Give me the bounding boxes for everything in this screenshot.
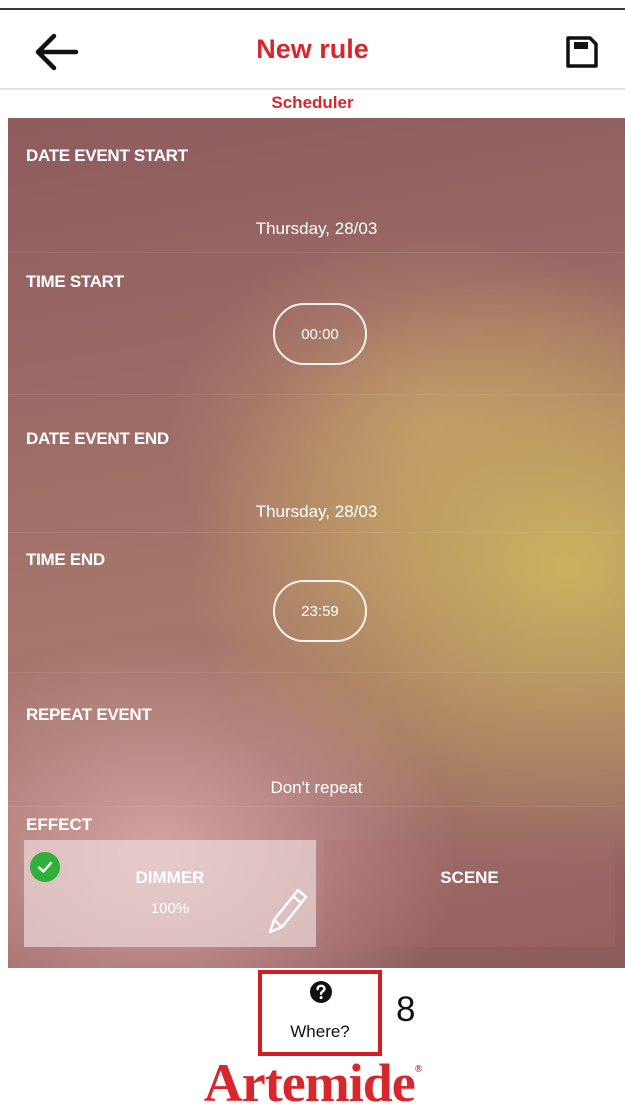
repeat-event-section[interactable]: REPEAT EVENT Don't repeat bbox=[8, 672, 625, 807]
date-end-section[interactable]: DATE EVENT END Thursday, 28/03 bbox=[8, 394, 625, 533]
scene-title: SCENE bbox=[440, 868, 499, 887]
repeat-event-label: REPEAT EVENT bbox=[26, 705, 152, 724]
effect-label: EFFECT bbox=[26, 815, 93, 834]
time-end-value: 23:59 bbox=[301, 602, 339, 620]
header-divider bbox=[0, 88, 625, 90]
date-end-value[interactable]: Thursday, 28/03 bbox=[8, 502, 625, 522]
app-header: New rule bbox=[0, 10, 625, 88]
date-start-section[interactable]: DATE EVENT START Thursday, 28/03 bbox=[8, 118, 625, 253]
brand-logo: Artemide® bbox=[0, 1052, 625, 1114]
time-end-section: TIME END 23:59 bbox=[8, 532, 625, 673]
question-circle-icon bbox=[310, 981, 332, 1003]
step-number-annotation: 8 bbox=[396, 990, 416, 1029]
floppy-disk-icon bbox=[566, 36, 598, 68]
date-start-value[interactable]: Thursday, 28/03 bbox=[8, 219, 625, 239]
date-start-label: DATE EVENT START bbox=[26, 146, 188, 165]
dimmer-option[interactable]: DIMMER 100% bbox=[24, 840, 316, 947]
date-end-label: DATE EVENT END bbox=[26, 429, 169, 448]
save-button[interactable] bbox=[562, 32, 602, 72]
time-start-picker[interactable]: 00:00 bbox=[273, 303, 367, 365]
brand-name: Artemide bbox=[203, 1053, 416, 1113]
time-start-section: TIME START 00:00 bbox=[8, 252, 625, 395]
rule-form-panel: DATE EVENT START Thursday, 28/03 TIME ST… bbox=[8, 118, 625, 968]
page-subtitle: Scheduler bbox=[271, 93, 354, 112]
time-start-label: TIME START bbox=[26, 272, 124, 291]
where-button[interactable]: Where? bbox=[258, 970, 382, 1056]
repeat-event-value[interactable]: Don't repeat bbox=[8, 778, 625, 798]
scene-option[interactable]: SCENE bbox=[324, 840, 615, 947]
time-end-label: TIME END bbox=[26, 550, 105, 569]
time-start-value: 00:00 bbox=[301, 325, 339, 343]
page-title: New rule bbox=[256, 34, 369, 64]
where-label: Where? bbox=[290, 1022, 350, 1041]
pencil-icon[interactable] bbox=[262, 882, 310, 938]
time-end-picker[interactable]: 23:59 bbox=[273, 580, 367, 642]
registered-mark: ® bbox=[414, 1064, 423, 1075]
